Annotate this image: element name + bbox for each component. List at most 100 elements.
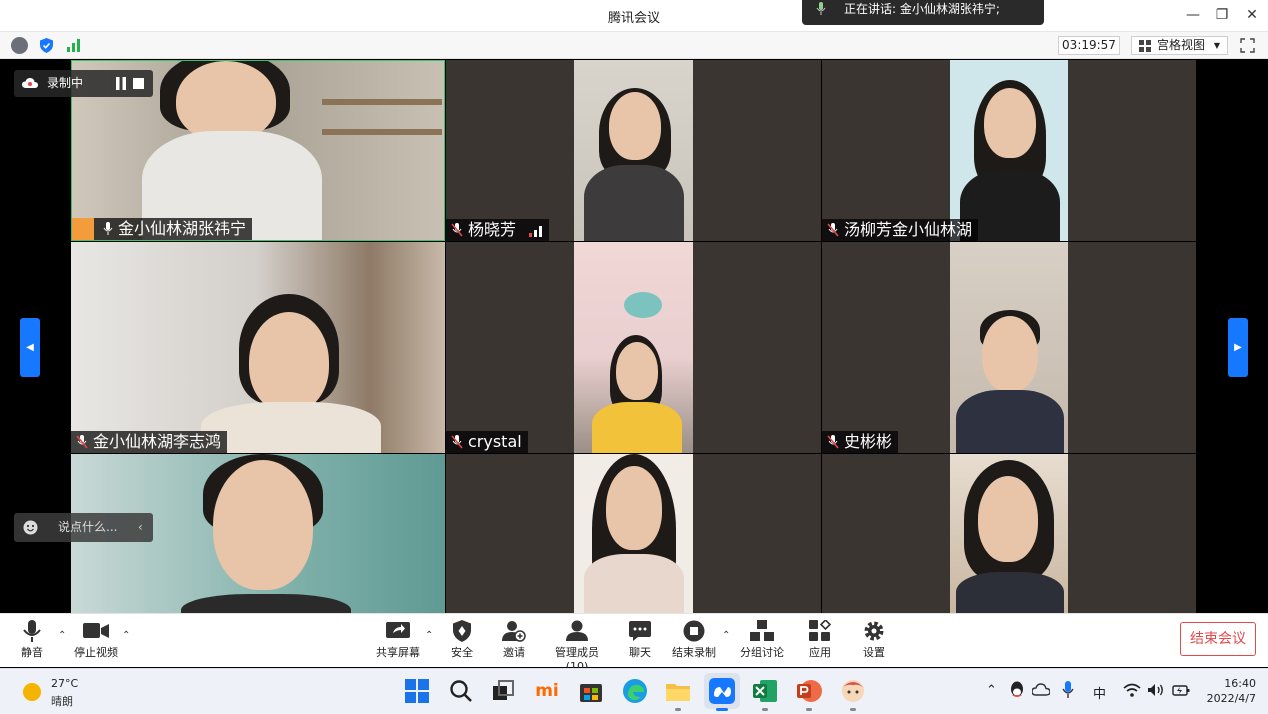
video-tile[interactable]: 汤柳芳金小仙林湖 <box>822 60 1196 241</box>
manage-members-button[interactable]: 管理成员(10) <box>545 620 609 673</box>
mic-muted-icon <box>76 435 88 449</box>
next-page-button[interactable]: ▶ <box>1228 318 1248 377</box>
meeting-timer: 03:19:57 <box>1058 36 1120 55</box>
weather-temperature[interactable]: 27°C <box>51 677 78 690</box>
gear-icon <box>864 621 884 641</box>
face <box>984 88 1036 158</box>
chevron-up-icon[interactable]: ⌃ <box>58 630 66 641</box>
chevron-left-icon[interactable]: ‹ <box>138 513 143 542</box>
minimize-icon[interactable]: — <box>1181 4 1205 26</box>
emoji-icon[interactable] <box>23 520 38 535</box>
video-feed <box>950 242 1068 453</box>
mic-muted-icon <box>451 435 463 449</box>
apps-button[interactable]: 应用 <box>806 620 834 660</box>
signal-icon[interactable] <box>65 37 82 54</box>
speaking-text: 正在讲话: 金小仙林湖张祎宁; <box>844 2 1000 16</box>
video-tile[interactable]: 史彬彬 <box>822 242 1196 453</box>
clock-date: 2022/4/7 <box>1206 692 1256 705</box>
running-indicator <box>716 708 728 711</box>
face <box>176 61 276 141</box>
title-bar: 腾讯会议 — ❐ ✕ <box>0 0 1268 32</box>
weather-description[interactable]: 晴朗 <box>51 693 73 709</box>
video-tile[interactable] <box>822 454 1196 613</box>
video-feed <box>574 454 693 613</box>
xiaomi-app-icon[interactable]: mi <box>534 678 560 704</box>
participant-nametag: 金小仙林湖张祎宁 <box>72 218 253 240</box>
shield-icon[interactable] <box>38 37 55 54</box>
close-icon[interactable]: ✕ <box>1240 4 1264 26</box>
end-recording-button[interactable]: 结束录制 <box>672 620 716 660</box>
wifi-icon[interactable] <box>1123 683 1141 697</box>
video-tile[interactable]: crystal <box>446 242 821 453</box>
security-button[interactable]: 安全 <box>448 620 476 660</box>
chevron-up-icon[interactable]: ⌃ <box>425 630 433 641</box>
stop-recording-button[interactable] <box>133 78 144 89</box>
input-method-indicator[interactable]: 中 <box>1093 683 1106 702</box>
record-stop-icon <box>683 620 705 642</box>
body <box>584 554 684 613</box>
info-bar: 03:19:57 宫格视图 ▼ <box>0 32 1268 59</box>
prev-page-button[interactable]: ◀ <box>20 318 40 377</box>
video-feed <box>574 242 693 453</box>
store-icon[interactable] <box>578 678 604 704</box>
participant-name: crystal <box>468 432 522 451</box>
mute-button[interactable]: 静音 <box>14 620 50 660</box>
system-clock[interactable]: 16:40 2022/4/7 <box>1204 676 1256 706</box>
participant-name: 史彬彬 <box>844 432 893 451</box>
face <box>213 460 313 590</box>
shelf <box>322 129 442 135</box>
apps-icon <box>809 620 831 641</box>
breakout-rooms-button[interactable]: 分组讨论 <box>740 620 784 660</box>
qq-icon[interactable] <box>1009 681 1025 699</box>
view-mode-dropdown[interactable]: 宫格视图 ▼ <box>1131 36 1228 55</box>
body <box>201 402 381 453</box>
sun-icon[interactable] <box>23 683 41 701</box>
edge-browser-icon[interactable] <box>622 678 648 704</box>
fullscreen-icon[interactable] <box>1240 38 1255 53</box>
volume-icon[interactable] <box>1147 683 1165 697</box>
video-tile[interactable]: 杨晓芳 <box>446 60 821 241</box>
share-screen-button[interactable]: 共享屏幕 <box>374 620 422 660</box>
task-view-icon[interactable] <box>490 678 516 704</box>
cloud-icon[interactable] <box>1032 683 1050 696</box>
info-icon[interactable] <box>11 37 28 54</box>
invite-button[interactable]: 邀请 <box>500 620 528 660</box>
meeting-toolbar: 静音 ⌃ 停止视频 ⌃ 共享屏幕 ⌃ 安全 邀请 管理成员(10) 聊天 结束录… <box>0 613 1268 673</box>
battery-icon[interactable] <box>1172 682 1190 698</box>
video-tile[interactable]: 金小仙林湖李志鸿 <box>71 242 445 453</box>
excel-icon[interactable] <box>752 678 778 704</box>
stop-video-button[interactable]: 停止视频 <box>70 620 122 660</box>
tencent-meeting-app-icon[interactable] <box>709 678 735 704</box>
chat-quick-input[interactable]: 说点什么... ‹ <box>14 513 153 542</box>
search-icon[interactable] <box>448 678 474 704</box>
restore-icon[interactable]: ❐ <box>1210 4 1234 26</box>
face <box>249 312 329 412</box>
video-feed <box>950 454 1068 613</box>
chevron-up-icon[interactable]: ⌃ <box>986 683 997 698</box>
body <box>956 572 1064 613</box>
microphone-icon[interactable] <box>1062 681 1074 699</box>
stop-video-label: 停止视频 <box>74 646 118 659</box>
mute-label: 静音 <box>21 646 43 659</box>
file-explorer-icon[interactable] <box>665 678 691 704</box>
recording-indicator: 录制中 <box>14 70 153 97</box>
chevron-up-icon[interactable]: ⌃ <box>122 630 130 641</box>
body <box>592 402 682 453</box>
chevron-up-icon[interactable]: ⌃ <box>722 630 730 641</box>
running-indicator <box>806 708 812 711</box>
video-tile[interactable] <box>446 454 821 613</box>
windows-start-icon[interactable] <box>404 678 430 704</box>
chat-icon <box>629 621 651 641</box>
powerpoint-icon[interactable] <box>796 678 822 704</box>
mascot-app-icon[interactable] <box>840 678 866 704</box>
end-meeting-button[interactable]: 结束会议 <box>1180 622 1256 656</box>
mic-muted-icon <box>827 223 839 237</box>
os-taskbar: 27°C 晴朗 mi ⌃ 中 16:40 2022/4/7 <box>0 668 1268 714</box>
body <box>584 165 684 241</box>
video-feed <box>574 60 693 241</box>
video-grid: 金小仙林湖张祎宁 杨晓芳 汤柳芳金小仙林湖 金小仙林湖李志鸿 crystal 史… <box>0 60 1268 613</box>
speaking-banner: 正在讲话: 金小仙林湖张祎宁; <box>802 0 1044 25</box>
chat-button[interactable]: 聊天 <box>626 620 654 660</box>
settings-button[interactable]: 设置 <box>860 620 888 660</box>
pause-recording-button[interactable] <box>114 77 128 90</box>
